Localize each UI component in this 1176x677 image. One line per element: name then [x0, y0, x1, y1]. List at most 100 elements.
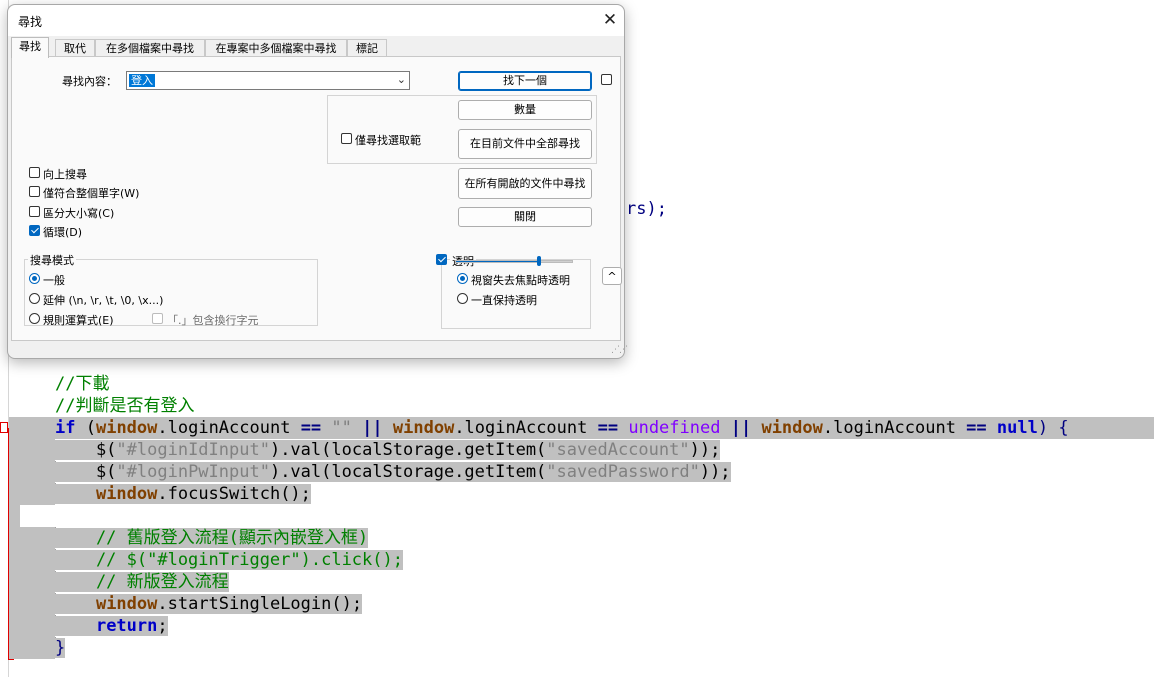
fold-toggle[interactable] — [0, 422, 8, 433]
close-button[interactable]: 關閉 — [458, 207, 592, 227]
code-token: == — [966, 418, 987, 438]
transparency-checkbox[interactable] — [436, 254, 447, 265]
code-token: //判斷是否有登入 — [55, 396, 195, 416]
code-line: //判斷是否有登入 — [55, 395, 194, 417]
find-pane: 尋找內容： 登入 ⌄ 找下一個 僅尋找選取範 數量 在目前文件中全部尋找 在所有… — [11, 56, 621, 341]
code-line: window.startSingleLogin(); — [55, 593, 363, 615]
code-token: "" — [331, 418, 352, 438]
code-token: $( — [55, 440, 117, 460]
backward-direction-checkbox[interactable] — [29, 167, 40, 178]
code-token: return — [95, 616, 158, 636]
whole-word-label: 僅符合整個單字(W) — [43, 187, 140, 200]
dialog-title: 尋找 — [18, 15, 43, 29]
code-token: ) { — [1037, 418, 1069, 438]
code-token: ( — [75, 418, 96, 438]
code-line: if (window.loginAccount == "" || window.… — [55, 417, 1069, 439]
wrap-around-checkbox[interactable] — [29, 225, 40, 236]
code-token: window — [95, 484, 158, 504]
match-case-label: 區分大小寫(C) — [43, 207, 115, 220]
dot-newline-checkbox[interactable] — [152, 313, 163, 324]
code-token: ; — [157, 616, 168, 636]
mode-normal-radio[interactable] — [29, 273, 40, 284]
match-case-checkbox[interactable] — [29, 206, 40, 217]
dialog-titlebar[interactable]: 尋找 ✕ — [8, 5, 624, 36]
transparent-on-lose-focus-radio[interactable] — [457, 273, 468, 284]
count-button[interactable]: 數量 — [458, 100, 592, 120]
fold-range-end — [8, 659, 14, 660]
transparency-slider[interactable] — [455, 260, 573, 263]
tab-mark[interactable]: 標記 — [347, 39, 387, 57]
code-token: // 新版登入流程 — [55, 572, 229, 592]
in-selection-checkbox[interactable] — [341, 133, 352, 144]
close-icon[interactable]: ✕ — [598, 8, 622, 32]
transparent-always-label: 一直保持透明 — [471, 294, 537, 307]
transparent-always-radio[interactable] — [457, 293, 468, 304]
mode-normal-label: 一般 — [43, 274, 65, 287]
code-token: .loginAccount — [157, 418, 301, 438]
find-input[interactable]: 登入 ⌄ — [126, 71, 410, 90]
code-line: //下載 — [55, 373, 109, 395]
transparency-slider-thumb[interactable] — [537, 256, 541, 266]
selection-highlight: if (window.loginAccount == "" || window.… — [55, 418, 1069, 438]
find-all-open-docs-button[interactable]: 在所有開啟的文件中尋找 — [458, 168, 592, 199]
collapse-button[interactable]: ^ — [602, 267, 622, 285]
code-token: window — [95, 594, 158, 614]
mode-regex-radio[interactable] — [29, 313, 40, 324]
code-token: ).val(localStorage.getItem( — [269, 440, 547, 460]
code-line: // 新版登入流程 — [55, 571, 229, 593]
tab-replace[interactable]: 取代 — [55, 39, 95, 57]
code-line: // 舊版登入流程(顯示內嵌登入框) — [55, 527, 369, 549]
mode-regex-label: 規則運算式(E) — [43, 314, 114, 327]
in-selection-label: 僅尋找選取範 — [355, 134, 421, 147]
code-line: $("#loginIdInput").val(localStorage.getI… — [55, 439, 721, 461]
code-token: == — [597, 418, 619, 438]
code-token: )); — [689, 440, 721, 460]
find-next-option-checkbox[interactable] — [601, 74, 612, 85]
code-line: return; — [55, 615, 168, 637]
tab-find[interactable]: 尋找 — [11, 37, 49, 58]
code-token: "#loginIdInput" — [116, 440, 270, 460]
code-token: undefined — [628, 418, 721, 438]
code-token: if — [55, 418, 76, 438]
code-token: ).val(localStorage.getItem( — [269, 462, 547, 482]
selection-highlight: // $("#loginTrigger").click(); — [55, 550, 403, 570]
tab-find-in-project[interactable]: 在專案中多個檔案中尋找 — [205, 39, 347, 57]
selection-highlight: // 舊版登入流程(顯示內嵌登入框) — [55, 528, 369, 548]
whole-word-checkbox[interactable] — [29, 186, 40, 197]
code-token: // 舊版登入流程(顯示內嵌登入框) — [55, 528, 369, 548]
code-line: } — [55, 637, 66, 659]
selection-highlight: return; — [55, 616, 168, 636]
code-token: )); — [699, 462, 731, 482]
code-token: } — [55, 638, 66, 658]
code-token: .loginAccount — [454, 418, 598, 438]
find-all-current-doc-button[interactable]: 在目前文件中全部尋找 — [458, 129, 592, 159]
code-text: rs); — [626, 199, 667, 219]
code-token: .loginAccount — [822, 418, 967, 438]
code-token: "savedPassword" — [546, 462, 700, 482]
tab-find-in-files[interactable]: 在多個檔案中尋找 — [95, 39, 205, 57]
dot-newline-label: 「.」包含換行字元 — [167, 314, 259, 327]
selection-highlight: window.startSingleLogin(); — [55, 594, 363, 614]
find-next-button[interactable]: 找下一個 — [458, 71, 592, 91]
code-line-partial: rs); — [626, 198, 667, 220]
selection-highlight: } — [55, 638, 66, 658]
resize-grip-icon[interactable]: ⋰⋰ — [611, 345, 628, 355]
mode-extended-radio[interactable] — [29, 293, 40, 304]
selection-highlight: window.focusSwitch(); — [55, 484, 311, 504]
code-token: window — [761, 418, 823, 438]
code-token: || — [362, 418, 383, 438]
code-line: // $("#loginTrigger").click(); — [55, 549, 403, 571]
code-line: window.focusSwitch(); — [55, 483, 311, 505]
code-token: //下載 — [55, 374, 110, 394]
chevron-down-icon[interactable]: ⌄ — [397, 73, 406, 86]
code-token: .focusSwitch(); — [157, 484, 311, 504]
